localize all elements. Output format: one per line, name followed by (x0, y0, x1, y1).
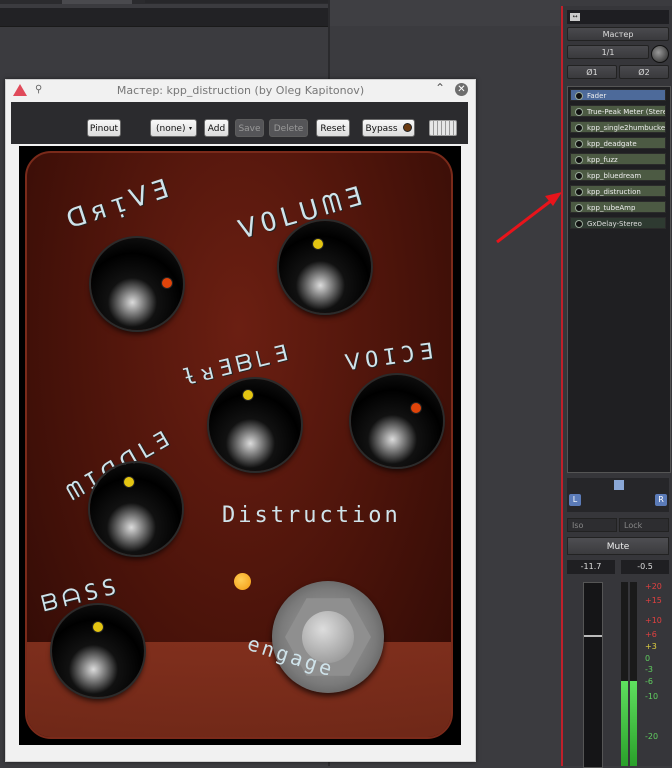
processor-led-icon (575, 140, 583, 148)
processor-item[interactable]: kpp_fuzz (570, 153, 666, 165)
processor-label: Fader (587, 92, 607, 100)
processor-led-icon (575, 108, 583, 116)
processor-label: GxDelay-Stereo (587, 220, 642, 228)
fader-cap[interactable] (584, 635, 602, 637)
phase-invert-1-button[interactable]: Ø1 (567, 65, 617, 79)
processor-label: kpp_bluedream (587, 172, 642, 180)
level-meter-left (621, 582, 628, 766)
processor-label: kpp_fuzz (587, 156, 618, 164)
gain-fader[interactable] (583, 582, 603, 768)
trim-knob[interactable] (651, 45, 669, 63)
arrow-line (496, 195, 557, 244)
meter-scale-label: -3 (645, 665, 653, 674)
processor-led-icon (575, 124, 583, 132)
meter-scale-label: 0 (645, 654, 651, 663)
meter-scale-label: -10 (645, 692, 659, 701)
meter-scale-label: -20 (645, 732, 659, 741)
processor-box: Fader True-Peak Meter (Stere kpp_single2… (567, 86, 671, 473)
meter-scale-label: +6 (645, 630, 657, 639)
meter-scale-label: +15 (645, 596, 662, 605)
panner[interactable]: L R (567, 478, 669, 512)
pan-handle[interactable] (614, 480, 624, 490)
processor-item[interactable]: kpp_single2humbucke (570, 121, 666, 133)
mute-button[interactable]: Mute (567, 537, 669, 555)
processor-led-icon (575, 204, 583, 212)
lock-button[interactable]: Lock (619, 518, 669, 532)
pan-right-label: R (655, 494, 667, 506)
processor-item[interactable]: kpp_deadgate (570, 137, 666, 149)
processor-led-icon (575, 188, 583, 196)
processor-label: kpp_single2humbucke (587, 124, 666, 132)
meter-fill (630, 681, 637, 766)
processor-item[interactable]: GxDelay-Stereo (570, 217, 666, 229)
processor-label: kpp_deadgate (587, 140, 637, 148)
processor-item[interactable]: kpp_bluedream (570, 169, 666, 181)
meter-scale-label: -6 (645, 677, 653, 686)
processor-led-icon (575, 92, 583, 100)
mixer-strip: ↔ Мастер 1/1 Ø1 Ø2 Fader True-Peak Meter… (561, 6, 672, 768)
processor-label: kpp_tubeAmp (587, 204, 636, 212)
meter-scale-label: +10 (645, 616, 662, 625)
processor-led-icon (575, 172, 583, 180)
iso-button[interactable]: Iso (567, 518, 617, 532)
pan-left-label: L (569, 494, 581, 506)
processor-label: kpp_distruction (587, 188, 641, 196)
gain-readout[interactable]: -11.7 (567, 560, 615, 574)
strip-name-button[interactable]: Мастер (567, 27, 669, 41)
processor-label: True-Peak Meter (Stere (587, 108, 666, 116)
peak-readout[interactable]: -0.5 (621, 560, 669, 574)
strip-width-icon[interactable]: ↔ (570, 13, 580, 21)
level-meter-right (630, 582, 637, 766)
processor-item[interactable]: Fader (570, 89, 666, 101)
processor-item[interactable]: kpp_tubeAmp (570, 201, 666, 213)
processor-led-icon (575, 156, 583, 164)
strip-header: ↔ (567, 10, 669, 24)
processor-item[interactable]: True-Peak Meter (Stere (570, 105, 666, 117)
phase-invert-2-button[interactable]: Ø2 (619, 65, 669, 79)
processor-led-icon (575, 220, 583, 228)
processor-item-selected[interactable]: kpp_distruction (570, 185, 666, 197)
meter-fill (621, 681, 628, 766)
meter-scale-label: +3 (645, 642, 657, 651)
input-button[interactable]: 1/1 (567, 45, 649, 59)
meter-scale-label: +20 (645, 582, 662, 591)
